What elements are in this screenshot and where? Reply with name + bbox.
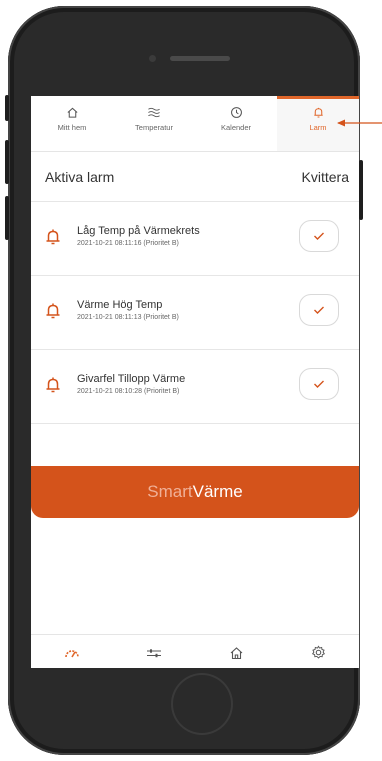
acknowledge-button[interactable] xyxy=(299,294,339,326)
phone-home-button[interactable] xyxy=(171,673,233,735)
alarm-row: Givarfel Tillopp Värme 2021-10-21 08:10:… xyxy=(31,350,359,424)
home-icon xyxy=(65,105,79,119)
alarm-row: Värme Hög Temp 2021-10-21 08:11:13 (Prio… xyxy=(31,276,359,350)
sliders-icon xyxy=(146,646,162,664)
top-tab-bar: Mitt hem Temperatur Kalender Larm xyxy=(31,96,359,152)
bottom-nav-home[interactable] xyxy=(195,635,277,668)
alarm-name: Värme Hög Temp xyxy=(77,299,163,311)
tab-label: Temperatur xyxy=(135,123,173,132)
brand-name-varme: Värme xyxy=(192,482,243,501)
acknowledge-button[interactable] xyxy=(299,220,339,252)
brand-name-smart: Smart xyxy=(147,482,193,501)
gear-icon xyxy=(311,645,326,665)
acknowledge-button[interactable] xyxy=(299,368,339,400)
bottom-nav-settings[interactable] xyxy=(277,635,359,668)
earpiece-speaker xyxy=(170,56,230,61)
annotation-arrow-icon xyxy=(337,119,382,127)
home-icon xyxy=(229,646,244,665)
bell-icon xyxy=(311,105,325,119)
front-camera xyxy=(149,55,156,62)
alarm-timestamp: 2021-10-21 08:11:16 (Prioritet B) xyxy=(77,240,179,247)
tab-temperatur[interactable]: Temperatur xyxy=(113,96,195,151)
acknowledge-header: Kvittera xyxy=(301,169,349,185)
tab-kalender[interactable]: Kalender xyxy=(195,96,277,151)
alarm-timestamp: 2021-10-21 08:11:13 (Prioritet B) xyxy=(77,314,179,321)
alarms-title: Aktiva larm xyxy=(45,169,115,185)
brand-banner: Smart Värme xyxy=(31,466,359,518)
alarm-timestamp: 2021-10-21 08:10:28 (Prioritet B) xyxy=(77,388,180,395)
alarm-row: Låg Temp på Värmekrets 2021-10-21 08:11:… xyxy=(31,202,359,276)
alarm-bell-icon xyxy=(45,228,61,246)
bottom-nav-bar xyxy=(31,634,359,668)
gauge-icon xyxy=(64,646,80,664)
tab-label: Mitt hem xyxy=(57,123,87,132)
volume-down-button xyxy=(5,196,9,240)
power-button xyxy=(359,160,363,220)
heat-waves-icon xyxy=(147,105,161,119)
bottom-nav-controls[interactable] xyxy=(113,635,195,668)
alarms-list-header: Aktiva larm Kvittera xyxy=(31,151,359,202)
checkmark-icon xyxy=(314,232,324,240)
checkmark-icon xyxy=(314,306,324,314)
tab-label: Larm xyxy=(309,123,327,132)
alarm-name: Givarfel Tillopp Värme xyxy=(77,373,186,385)
volume-up-button xyxy=(5,140,9,184)
alarm-bell-icon xyxy=(45,376,61,394)
bottom-nav-dashboard[interactable] xyxy=(31,635,113,668)
clock-icon xyxy=(229,105,243,119)
alarm-bell-icon xyxy=(45,302,61,320)
alarm-name: Låg Temp på Värmekrets xyxy=(77,225,200,237)
tab-mitt-hem[interactable]: Mitt hem xyxy=(31,96,113,151)
mute-switch xyxy=(5,95,9,121)
checkmark-icon xyxy=(314,380,324,388)
tab-label: Kalender xyxy=(220,123,252,132)
app-screen: Mitt hem Temperatur Kalender Larm Aktiva… xyxy=(31,96,359,668)
